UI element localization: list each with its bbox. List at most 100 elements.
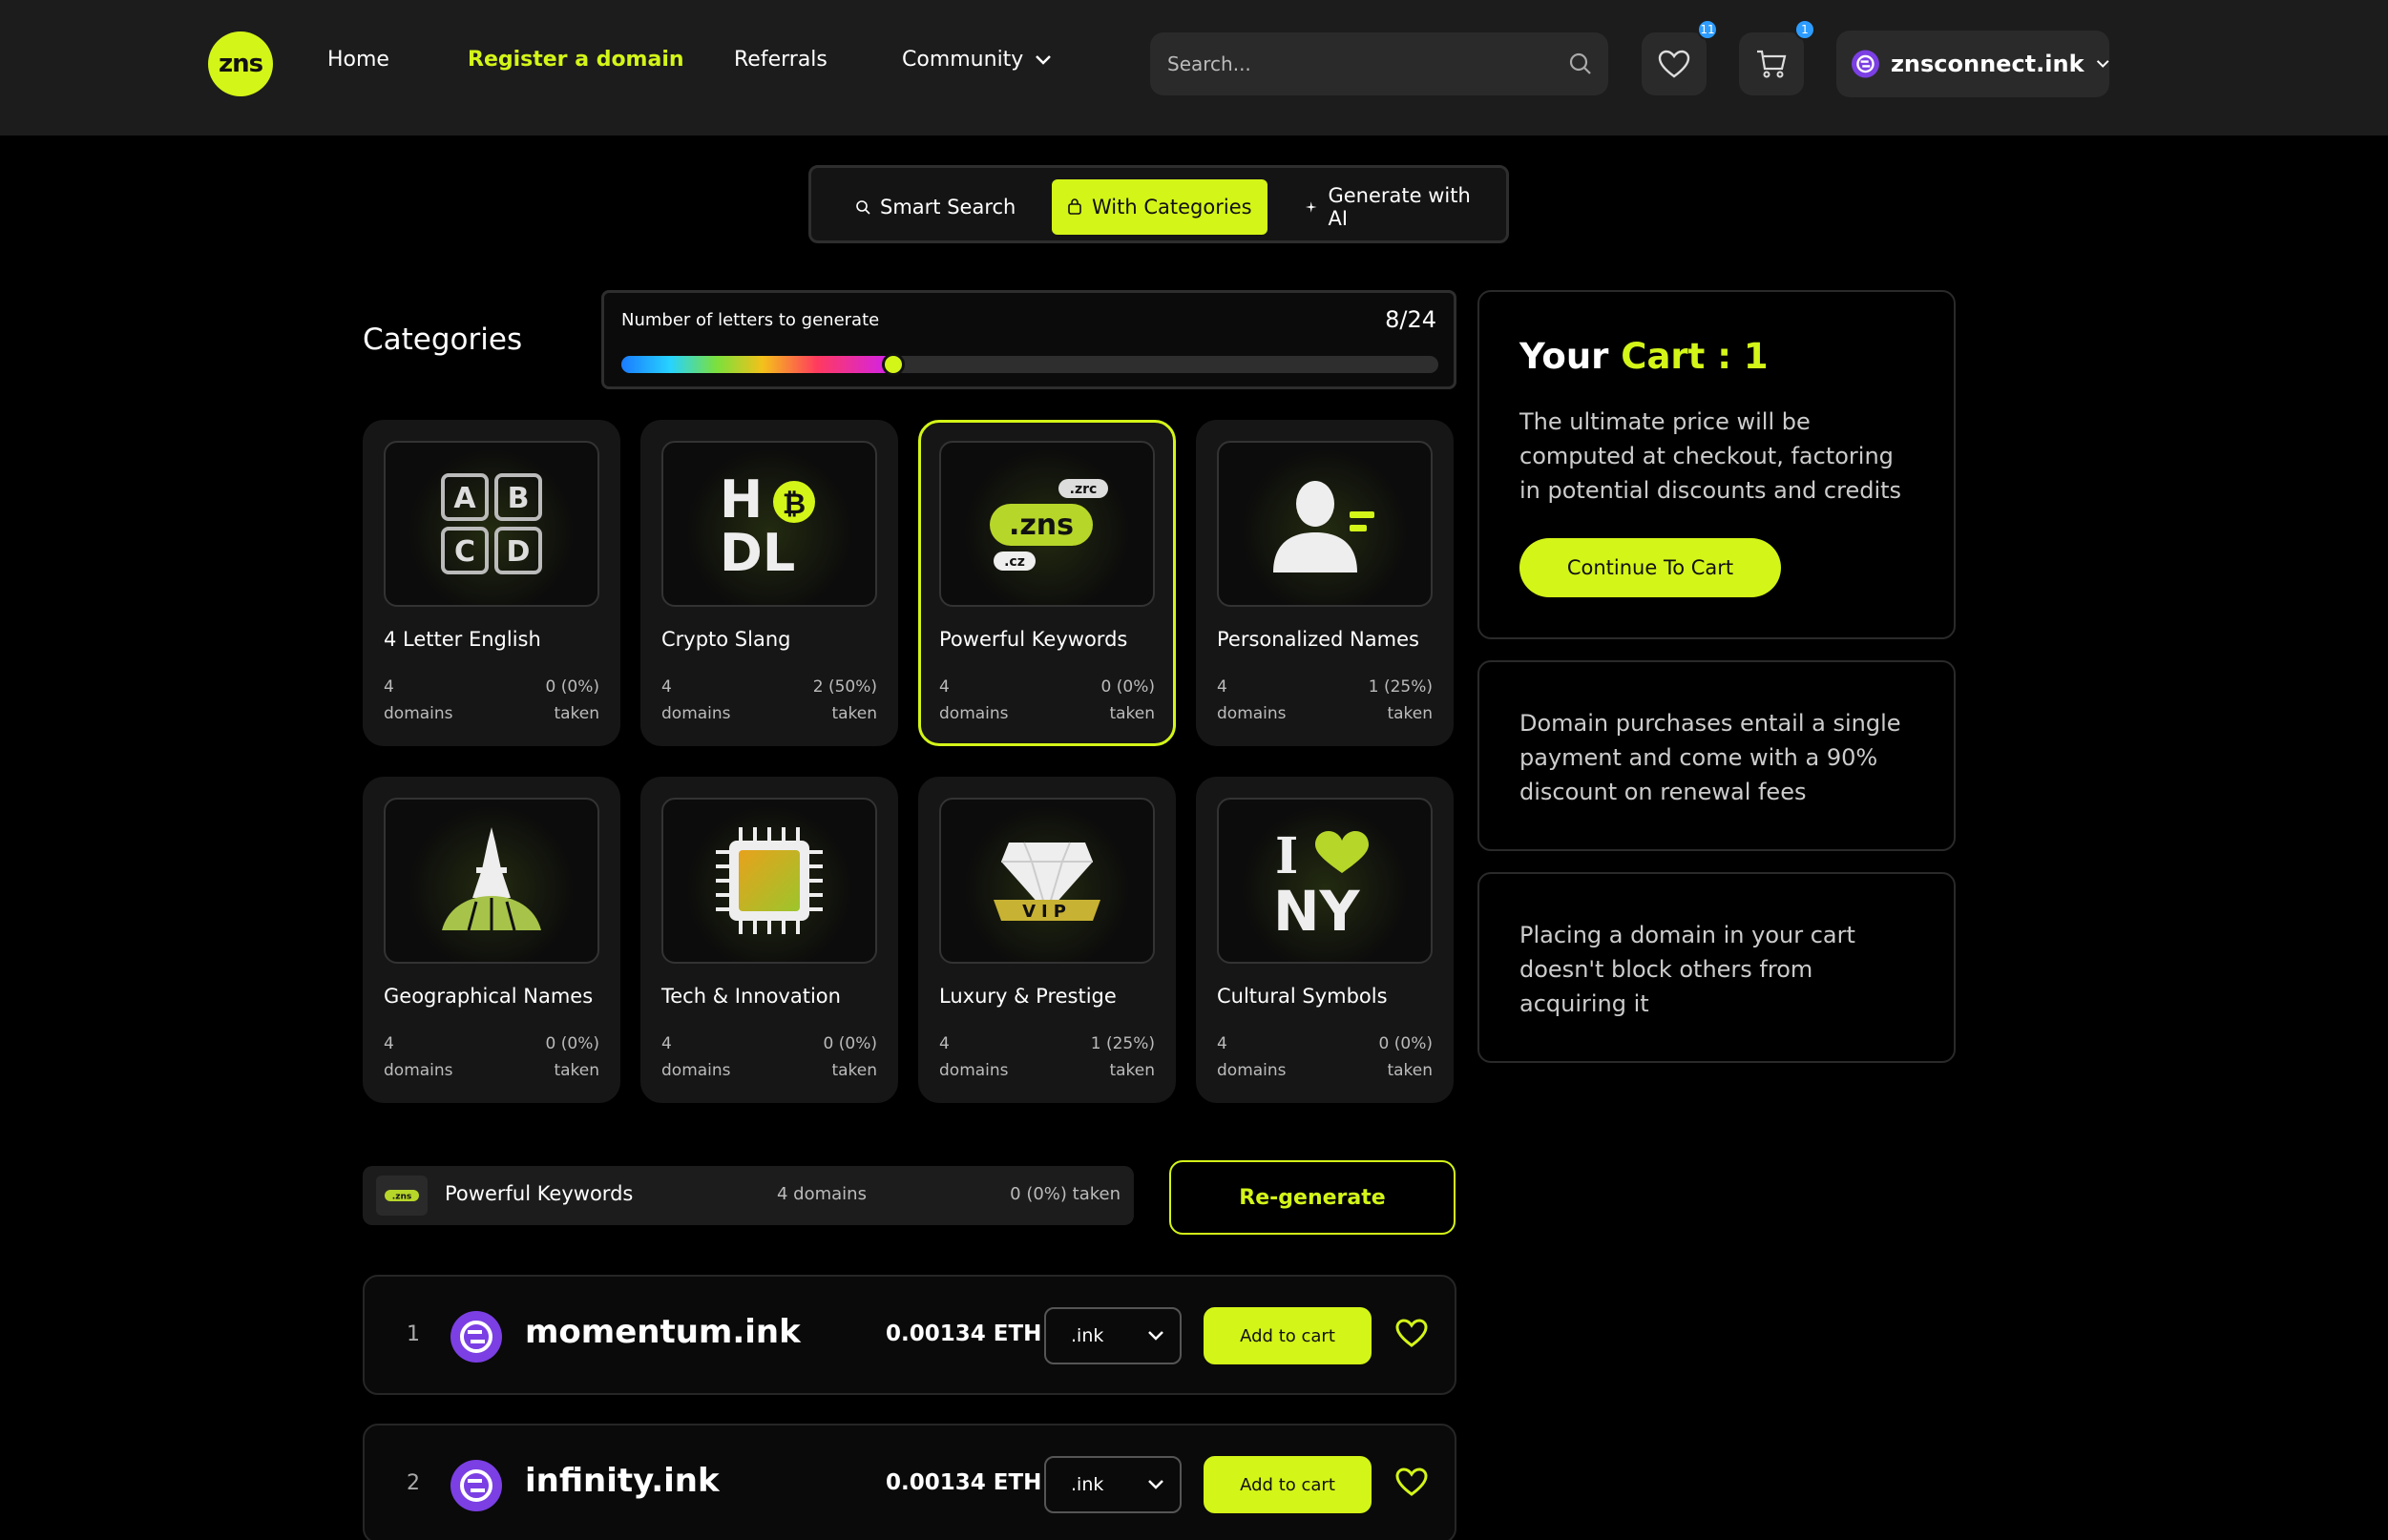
heart-icon (1658, 50, 1690, 78)
account-dropdown[interactable]: znsconnect.ink (1836, 31, 2109, 97)
category-domain-count: 4 domains (384, 1034, 453, 1080)
domain-index: 2 (407, 1471, 420, 1495)
letters-slider-box: Number of letters to generate 8/24 (601, 290, 1456, 389)
category-domain-count: 4 domains (939, 1034, 1009, 1080)
category-name: Geographical Names (384, 985, 594, 1008)
selected-category-name: Powerful Keywords (445, 1182, 634, 1205)
tld-select-value: .ink (1071, 1474, 1104, 1495)
category-name: Personalized Names (1217, 628, 1419, 651)
letters-slider-handle[interactable] (882, 353, 906, 376)
eiffel-tower-icon (384, 798, 599, 964)
info-panel-renewal: Domain purchases entail a single payment… (1477, 660, 1956, 851)
tab-with-categories-label: With Categories (1092, 196, 1252, 219)
tld-select[interactable]: .ink (1044, 1307, 1182, 1364)
svg-text:I: I (1275, 827, 1298, 885)
tab-with-categories[interactable]: With Categories (1052, 179, 1267, 235)
heart-icon[interactable] (1395, 1319, 1428, 1347)
letters-slider-fill (621, 356, 894, 373)
info-panel-cart-note: Placing a domain in your cart doesn't bl… (1477, 872, 1956, 1063)
selected-category-taken: 0 (0%) taken (1010, 1184, 1121, 1204)
category-taken-count: 0 (0%) taken (823, 1034, 877, 1080)
category-name: Cultural Symbols (1217, 985, 1388, 1008)
svg-text:VIP: VIP (1022, 902, 1072, 922)
category-taken-count: 0 (0%) taken (545, 677, 599, 723)
domain-name: momentum.ink (525, 1313, 801, 1351)
category-domain-count: 4 domains (1217, 1034, 1287, 1080)
ink-chain-icon (1852, 50, 1879, 78)
tab-generate-with-ai[interactable]: Generate with AI (1288, 179, 1506, 235)
category-domain-count: 4 domains (661, 1034, 731, 1080)
category-card-personalized-names[interactable]: Personalized Names 4 domains 1 (25%) taken (1196, 420, 1454, 746)
search-icon[interactable] (1568, 52, 1593, 76)
wishlist-button[interactable]: 11 (1642, 19, 1718, 95)
category-domain-count: 4 domains (661, 677, 731, 723)
tab-smart-search[interactable]: Smart Search (840, 179, 1031, 235)
cart-button[interactable]: 1 (1739, 19, 1815, 95)
account-name: znsconnect.ink (1890, 51, 2084, 77)
letters-slider-label: Number of letters to generate (621, 310, 880, 330)
chevron-down-icon (2096, 60, 2109, 68)
letters-slider-track[interactable] (621, 353, 1438, 376)
cart-title: Your Cart : 1 (1519, 336, 1769, 377)
category-name: Crypto Slang (661, 628, 791, 651)
categories-heading: Categories (363, 323, 523, 357)
svg-text:A: A (453, 482, 476, 515)
info-text: Domain purchases entail a single payment… (1519, 710, 1901, 805)
regenerate-button[interactable]: Re-generate (1169, 1160, 1456, 1235)
add-to-cart-button[interactable]: Add to cart (1204, 1456, 1372, 1513)
nav-referrals[interactable]: Referrals (734, 48, 827, 72)
svg-text:.zns: .zns (1009, 509, 1074, 542)
category-taken-count: 0 (0%) taken (1100, 677, 1155, 723)
selected-category-domains: 4 domains (777, 1184, 867, 1204)
category-card-geographical-names[interactable]: Geographical Names 4 domains 0 (0%) taken (363, 777, 620, 1103)
cart-count-badge: 1 (1794, 19, 1815, 40)
cart-icon (1757, 50, 1787, 78)
category-card-luxury-prestige[interactable]: VIP Luxury & Prestige 4 domains 1 (25%) ta… (918, 777, 1176, 1103)
wishlist-count-badge: 11 (1697, 19, 1718, 40)
category-taken-count: 0 (0%) taken (1378, 1034, 1433, 1080)
continue-to-cart-button[interactable]: Continue To Cart (1519, 538, 1781, 597)
selected-category-bar: .zns Powerful Keywords 4 domains 0 (0%) … (363, 1166, 1134, 1225)
domain-name: infinity.ink (525, 1462, 720, 1500)
cart-description: The ultimate price will be computed at c… (1519, 408, 1902, 504)
category-domain-count: 4 domains (384, 677, 453, 723)
svg-text:B: B (508, 482, 530, 515)
category-card-crypto-slang[interactable]: H ₿ DL Crypto Slang 4 domains 2 (50%) take… (640, 420, 898, 746)
domain-row: 1 momentum.ink 0.00134 ETH .ink Add to c… (363, 1275, 1456, 1395)
category-taken-count: 1 (25%) taken (1368, 677, 1433, 723)
svg-text:.cz: .cz (1004, 554, 1025, 570)
category-card-cultural-symbols[interactable]: I NY Cultural Symbols 4 domains 0 (0%) tak… (1196, 777, 1454, 1103)
add-to-cart-button[interactable]: Add to cart (1204, 1307, 1372, 1364)
category-name: Luxury & Prestige (939, 985, 1117, 1008)
nav-community-dropdown[interactable]: Community (902, 48, 1052, 72)
category-card-powerful-keywords[interactable]: .zrc .zns .cz Powerful Keywords 4 domains… (918, 420, 1176, 746)
info-text: Placing a domain in your cart doesn't bl… (1519, 922, 1855, 1017)
tab-smart-search-label: Smart Search (880, 196, 1016, 219)
ink-chain-icon (450, 1460, 502, 1511)
heart-icon[interactable] (1395, 1467, 1428, 1496)
nav-community-label: Community (902, 48, 1024, 72)
nav-register-domain[interactable]: Register a domain (468, 48, 684, 72)
letters-slider-count: 8/24 (1385, 306, 1436, 333)
tab-generate-with-ai-label: Generate with AI (1328, 184, 1471, 230)
category-name: 4 Letter English (384, 628, 541, 651)
domain-price: 0.00134 ETH (886, 1321, 1042, 1346)
category-card-4-letter-english[interactable]: AB CD 4 Letter English 4 domains 0 (0%) ta… (363, 420, 620, 746)
domain-row: 2 infinity.ink 0.00134 ETH .ink Add to c… (363, 1424, 1456, 1540)
ink-chain-icon (450, 1311, 502, 1363)
chevron-down-icon (1148, 1331, 1163, 1341)
domain-index: 1 (407, 1322, 420, 1346)
abcd-icon: AB CD (384, 441, 599, 607)
tld-select[interactable]: .ink (1044, 1456, 1182, 1513)
search-icon (856, 200, 870, 215)
chevron-down-icon (1036, 54, 1052, 65)
search-mode-switch: Smart Search With Categories Generate wi… (808, 165, 1509, 243)
svg-text:NY: NY (1273, 879, 1361, 938)
search-input[interactable] (1167, 32, 1549, 95)
nav-home[interactable]: Home (327, 48, 389, 72)
zns-tld-icon: .zns (376, 1176, 428, 1216)
category-card-tech-innovation[interactable]: Tech & Innovation 4 domains 0 (0%) taken (640, 777, 898, 1103)
svg-text:C: C (454, 535, 475, 569)
zns-logo[interactable]: zns (208, 31, 273, 96)
domain-price: 0.00134 ETH (886, 1470, 1042, 1495)
